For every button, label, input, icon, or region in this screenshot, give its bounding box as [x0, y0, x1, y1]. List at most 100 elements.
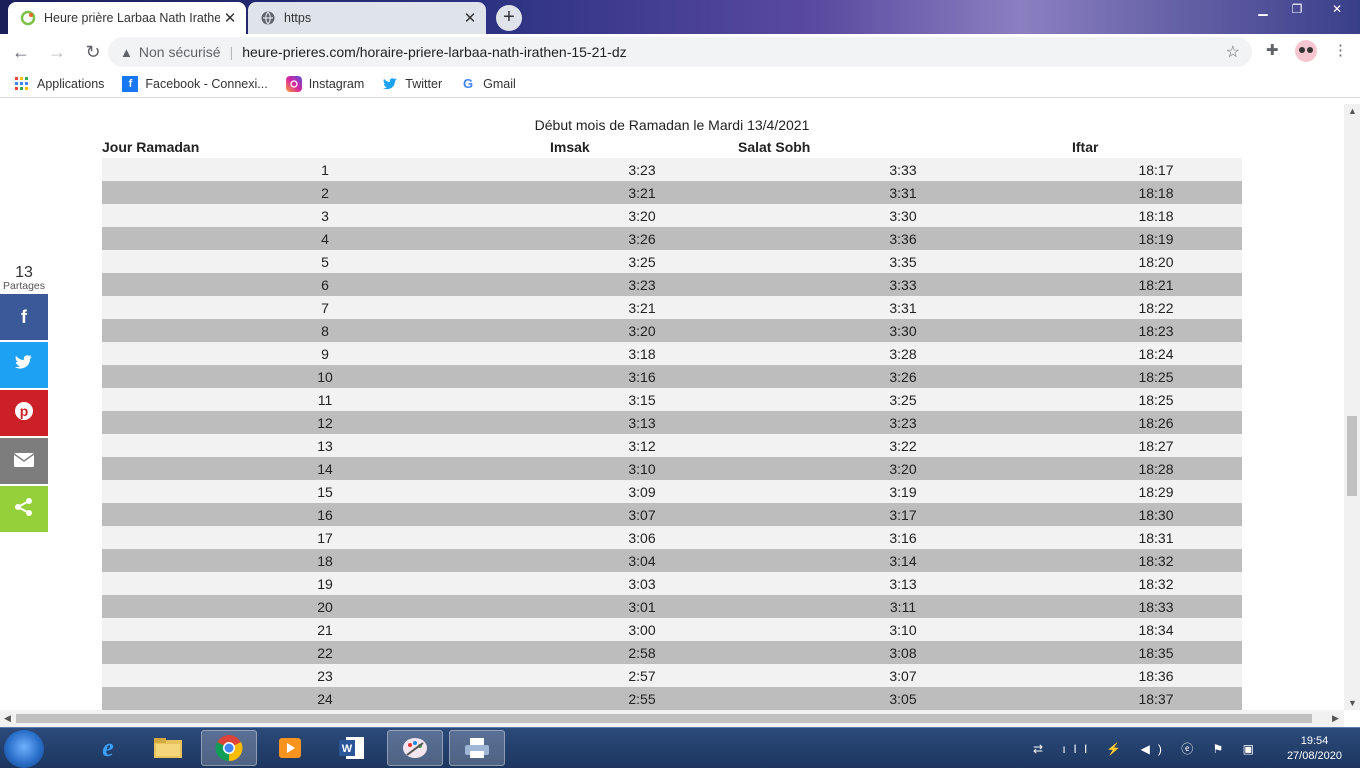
cell-imsak: 3:23	[628, 161, 656, 178]
extensions-puzzle-icon[interactable]: ✚	[1266, 41, 1279, 59]
share-pinterest-button[interactable]: p	[0, 390, 48, 436]
cell-sobh: 3:05	[889, 690, 917, 707]
share-email-button[interactable]	[0, 438, 48, 484]
cell-sobh: 3:30	[889, 322, 917, 339]
taskbar-clock[interactable]: 19:54 27/08/2020	[1287, 734, 1342, 764]
bookmark-applications[interactable]: Applications	[14, 76, 104, 92]
clock-time: 19:54	[1300, 735, 1329, 747]
cell-iftar: 18:17	[1138, 161, 1174, 178]
chrome-taskbar-icon[interactable]	[201, 730, 257, 766]
close-tab-icon[interactable]: ✕	[220, 9, 240, 27]
bookmark-facebook[interactable]: f Facebook - Connexi...	[122, 75, 268, 92]
share-generic-button[interactable]	[0, 486, 48, 532]
cell-sobh: 3:36	[889, 230, 917, 247]
file-explorer-icon[interactable]	[140, 730, 196, 766]
tab-prayer-times[interactable]: Heure prière Larbaa Nath Irathen ✕	[8, 2, 246, 34]
cell-day: 4	[321, 230, 329, 247]
cell-iftar: 18:20	[1138, 253, 1174, 270]
bookmark-instagram[interactable]: Instagram	[285, 75, 364, 92]
tab-title: Heure prière Larbaa Nath Irathen	[44, 11, 220, 25]
cell-iftar: 18:30	[1138, 506, 1174, 523]
cell-iftar: 18:29	[1138, 483, 1174, 500]
share-twitter-button[interactable]	[0, 342, 48, 388]
tab-https[interactable]: https ✕	[248, 2, 486, 34]
internet-explorer-icon[interactable]: e	[80, 730, 136, 766]
table-row: 24 2:55 3:05 18:37	[102, 687, 1242, 710]
system-tray-icons[interactable]: ⇄ ıll ⚡ ◀) ⓔ ⚑ ▣	[1033, 740, 1262, 757]
minimize-icon[interactable]: ▁	[1246, 0, 1280, 20]
share-facebook-button[interactable]: f	[0, 294, 48, 340]
cell-sobh: 3:31	[889, 184, 917, 201]
cell-day: 6	[321, 276, 329, 293]
profile-avatar[interactable]	[1294, 39, 1318, 67]
cell-iftar: 18:26	[1138, 414, 1174, 431]
bookmark-twitter[interactable]: Twitter	[382, 76, 442, 92]
cell-iftar: 18:25	[1138, 368, 1174, 385]
table-row: 5 3:25 3:35 18:20	[102, 250, 1242, 273]
table-row: 18 3:04 3:14 18:32	[102, 549, 1242, 572]
cell-iftar: 18:37	[1138, 690, 1174, 707]
back-arrow-icon[interactable]: ←	[6, 37, 36, 67]
scroll-down-arrow-icon[interactable]: ▼	[1348, 698, 1357, 708]
cell-iftar: 18:34	[1138, 621, 1174, 638]
cell-imsak: 3:06	[628, 529, 656, 546]
horizontal-scroll-thumb[interactable]	[16, 714, 1312, 723]
cell-imsak: 3:20	[628, 322, 656, 339]
cell-sobh: 3:16	[889, 529, 917, 546]
bookmark-label: Twitter	[405, 76, 443, 91]
start-button[interactable]	[4, 730, 44, 768]
ramadan-schedule-table: 1 3:23 3:33 18:17 2 3:21 3:31 18:18 3 3:20 3:30 18:…	[102, 158, 1242, 710]
vertical-scrollbar[interactable]: ▲ ▼	[1344, 104, 1360, 710]
bookmark-gmail[interactable]: G Gmail	[460, 76, 516, 92]
printer-icon[interactable]	[449, 730, 505, 766]
google-g-icon: G	[463, 76, 474, 91]
close-window-icon[interactable]: ✕	[1314, 0, 1360, 20]
scroll-left-arrow-icon[interactable]: ◀	[4, 713, 11, 724]
scroll-right-arrow-icon[interactable]: ▶	[1332, 713, 1339, 724]
cell-iftar: 18:21	[1138, 276, 1174, 293]
cell-sobh: 3:07	[889, 667, 917, 684]
cell-sobh: 3:33	[889, 276, 917, 293]
new-tab-button[interactable]: +	[496, 5, 522, 31]
close-tab-icon[interactable]: ✕	[460, 9, 480, 27]
share-sidebar: 13 Partages f p	[0, 264, 48, 532]
menu-kebab-icon[interactable]: ⋮	[1333, 41, 1348, 59]
cell-sobh: 3:20	[889, 460, 917, 477]
table-row: 10 3:16 3:26 18:25	[102, 365, 1242, 388]
bookmark-star-icon[interactable]: ☆	[1226, 42, 1240, 62]
paint-icon[interactable]	[387, 730, 443, 766]
url-text[interactable]: heure-prieres.com/horaire-priere-larbaa-…	[242, 44, 626, 60]
cell-sobh: 3:22	[889, 437, 917, 454]
site-favicon-icon	[20, 10, 36, 26]
address-bar[interactable]: ▲ Non sécurisé | heure-prieres.com/horai…	[108, 37, 1252, 67]
cell-iftar: 18:31	[1138, 529, 1174, 546]
table-row: 3 3:20 3:30 18:18	[102, 204, 1242, 227]
forward-arrow-icon[interactable]: →	[42, 37, 72, 67]
cell-sobh: 3:35	[889, 253, 917, 270]
cell-imsak: 3:25	[628, 253, 656, 270]
restore-icon[interactable]: ❐	[1280, 0, 1314, 20]
bookmark-label: Applications	[37, 76, 105, 91]
security-label[interactable]: Non sécurisé	[139, 44, 221, 60]
table-row: 9 3:18 3:28 18:24	[102, 342, 1242, 365]
reload-icon[interactable]: ↻	[78, 37, 108, 67]
ramadan-start-caption: Début mois de Ramadan le Mardi 13/4/2021	[534, 117, 810, 133]
share-icon	[14, 497, 34, 522]
table-row: 13 3:12 3:22 18:27	[102, 434, 1242, 457]
media-player-icon[interactable]	[262, 730, 318, 766]
warning-icon[interactable]: ▲	[120, 45, 133, 60]
bookmark-label: Facebook - Connexi...	[145, 76, 268, 91]
word-icon[interactable]: W	[324, 730, 380, 766]
cell-sobh: 3:31	[889, 299, 917, 316]
cell-iftar: 18:18	[1138, 207, 1174, 224]
facebook-icon: f	[21, 306, 27, 327]
facebook-icon: f	[122, 75, 139, 92]
scroll-up-arrow-icon[interactable]: ▲	[1348, 106, 1357, 116]
cell-iftar: 18:23	[1138, 322, 1174, 339]
cell-sobh: 3:33	[889, 161, 917, 178]
vertical-scroll-thumb[interactable]	[1347, 416, 1357, 496]
horizontal-scrollbar[interactable]: ◀ ▶	[0, 710, 1344, 727]
cell-sobh: 3:25	[889, 391, 917, 408]
cell-iftar: 18:18	[1138, 184, 1174, 201]
cell-imsak: 3:03	[628, 575, 656, 592]
